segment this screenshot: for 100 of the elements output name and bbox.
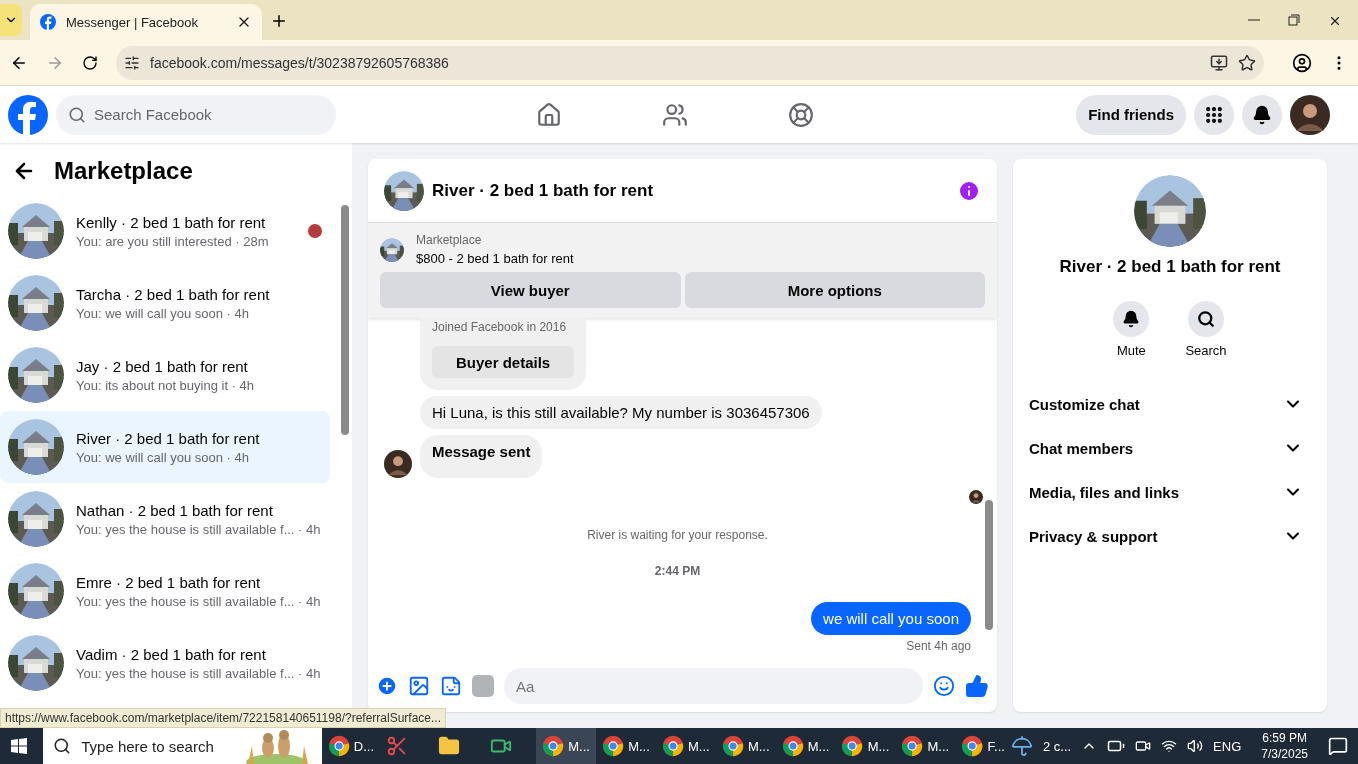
- conversation-item[interactable]: Vadim · 2 bed 1 bath for rent You: yes the house is still available f... · 4h: [0, 627, 330, 699]
- browser-icon: [661, 734, 684, 758]
- conversation-item[interactable]: Jay · 2 bed 1 bath for rent You: its about not buying it · 4h: [0, 339, 330, 411]
- maximize-icon[interactable]: [1288, 14, 1300, 26]
- clock[interactable]: 6:59 PM 7/3/2025: [1261, 730, 1308, 762]
- conversation-preview: You: yes the house is still available f... · 4h: [76, 593, 322, 609]
- avatar: [969, 490, 983, 504]
- status-url: https://www.facebook.com/marketplace/item/722158140651198/?referralSurface...: [0, 708, 447, 728]
- browser-icon: [542, 734, 565, 758]
- folder-icon[interactable]: [438, 735, 461, 757]
- groups-icon[interactable]: [788, 101, 814, 128]
- emoji-icon[interactable]: [933, 675, 955, 697]
- browser-tab[interactable]: Messenger | Facebook: [30, 4, 262, 40]
- conversation-item[interactable]: Emre · 2 bed 1 bath for rent You: yes the house is still available f... · 4h: [0, 555, 330, 627]
- plus-icon[interactable]: [376, 675, 398, 697]
- notifications-button[interactable]: [1242, 94, 1282, 135]
- taskbar-app[interactable]: D...: [321, 728, 381, 764]
- language-text[interactable]: ENG: [1213, 738, 1242, 754]
- site-settings-icon[interactable]: [124, 54, 140, 71]
- apps-button[interactable]: [1194, 94, 1234, 135]
- taskbar-app[interactable]: M...: [895, 728, 956, 764]
- bell-icon: [1122, 310, 1141, 328]
- taskbar-app[interactable]: M...: [595, 728, 656, 764]
- search-field[interactable]: Search Facebook: [56, 94, 336, 135]
- listing-button[interactable]: More options: [684, 272, 985, 308]
- conversation-item[interactable]: Nathan · 2 bed 1 bath for rent You: yes the house is still available f... · 4h: [0, 483, 330, 555]
- home-icon[interactable]: [536, 101, 562, 128]
- conversation-preview: You: we will call you soon · 4h: [76, 449, 250, 465]
- listing-title: $800 - 2 bed 1 bath for rent: [416, 251, 574, 266]
- page-title: Marketplace: [54, 157, 193, 185]
- browser-icon: [601, 734, 625, 758]
- conversation-name: Vadim · 2 bed 1 bath for rent: [76, 645, 267, 663]
- browser-icon: [781, 734, 804, 758]
- taskbar-search[interactable]: Type here to search: [43, 728, 322, 764]
- close-icon[interactable]: [1328, 14, 1342, 28]
- conversation-name: Jay · 2 bed 1 bath for rent: [76, 357, 249, 375]
- conversation-item[interactable]: Tarcha · 2 bed 1 bath for rent You: we will call you soon · 4h: [0, 267, 330, 339]
- buyer-details-button[interactable]: Buyer details: [432, 346, 575, 378]
- conversation-preview: You: its about not buying it · 4h: [76, 377, 256, 393]
- address-bar[interactable]: facebook.com/messages/t/30238792605768386: [116, 45, 1264, 80]
- bookmark-icon[interactable]: [1238, 53, 1256, 72]
- conversation-name: Nathan · 2 bed 1 bath for rent: [76, 501, 274, 519]
- windows-icon: [10, 738, 27, 754]
- section-header[interactable]: Privacy & support: [1029, 514, 1311, 558]
- conversation-preview: You: we will call you soon · 4h: [76, 305, 250, 321]
- message-bubble: Message sent: [420, 435, 543, 478]
- install-icon[interactable]: [1210, 53, 1228, 72]
- friends-icon[interactable]: [662, 101, 688, 128]
- taskbar-app[interactable]: M...: [655, 728, 716, 764]
- taskbar-app[interactable]: M...: [775, 728, 836, 764]
- listing-button[interactable]: View buyer: [380, 272, 681, 308]
- conversation-preview: You: are you still interested · 28m: [76, 233, 270, 249]
- search-placeholder: Search Facebook: [94, 106, 212, 123]
- weather-icon: [1010, 735, 1033, 757]
- reload-icon[interactable]: [82, 54, 98, 71]
- volume-icon[interactable]: [1187, 738, 1204, 754]
- profile-icon[interactable]: [1292, 52, 1312, 73]
- avatar: [1290, 94, 1330, 135]
- sticker-icon[interactable]: [440, 675, 462, 697]
- taskbar-app[interactable]: M...: [536, 728, 596, 764]
- notice-text: River is waiting for your response.: [587, 528, 768, 542]
- conversation-item[interactable]: River · 2 bed 1 bath for rent You: we will call you soon · 4h: [0, 411, 330, 483]
- conversation-name: Tarcha · 2 bed 1 bath for rent: [76, 285, 271, 303]
- new-tab-icon[interactable]: [270, 12, 288, 30]
- wifi-icon[interactable]: [1161, 738, 1178, 754]
- facebook-icon: [40, 14, 56, 30]
- bell-icon: [1252, 104, 1272, 125]
- taskbar-app[interactable]: M...: [835, 728, 896, 764]
- browser-icon: [961, 734, 984, 758]
- conversation-item[interactable]: Kenlly · 2 bed 1 bath for rent You: are you still interested · 28m: [0, 195, 330, 267]
- section-header[interactable]: Chat members: [1029, 426, 1311, 470]
- section-header[interactable]: Customize chat: [1029, 382, 1311, 426]
- find-friends-button[interactable]: Find friends: [1076, 94, 1186, 135]
- listing-label: Marketplace: [416, 233, 483, 247]
- action-label: Search: [1185, 343, 1227, 358]
- search-icon: [53, 737, 72, 755]
- contact-name: River · 2 bed 1 bath for rent: [1059, 257, 1281, 277]
- taskbar-app[interactable]: M...: [715, 728, 776, 764]
- camera-icon[interactable]: [1135, 738, 1152, 754]
- taskbar-app[interactable]: F...: [955, 728, 1011, 764]
- search-icon: [1197, 310, 1215, 328]
- action-button[interactable]: [1113, 301, 1150, 337]
- message-bubble: we will call you soon: [811, 602, 971, 635]
- section-header[interactable]: Media, files and links: [1029, 470, 1311, 514]
- notifications-icon[interactable]: [1328, 736, 1348, 756]
- action-button[interactable]: [1188, 301, 1224, 337]
- facebook-logo-icon[interactable]: [8, 94, 48, 135]
- conversation-preview: You: yes the house is still available f... · 4h: [76, 521, 322, 537]
- like-icon[interactable]: [965, 674, 989, 698]
- sent-status: Sent 4h ago: [906, 639, 971, 653]
- conversation-name: River · 2 bed 1 bath for rent: [76, 429, 261, 447]
- conversation-name: Emre · 2 bed 1 bath for rent: [76, 573, 262, 591]
- browser-icon: [901, 734, 924, 758]
- weather-text: 2 c...: [1042, 738, 1072, 754]
- chat-title: River · 2 bed 1 bath for rent: [432, 180, 655, 201]
- timestamp: 2:44 PM: [654, 564, 701, 578]
- message-field[interactable]: Aa: [504, 668, 923, 704]
- search-icon: [68, 105, 86, 124]
- photo-icon[interactable]: [408, 675, 430, 697]
- browser-icon: [721, 734, 744, 758]
